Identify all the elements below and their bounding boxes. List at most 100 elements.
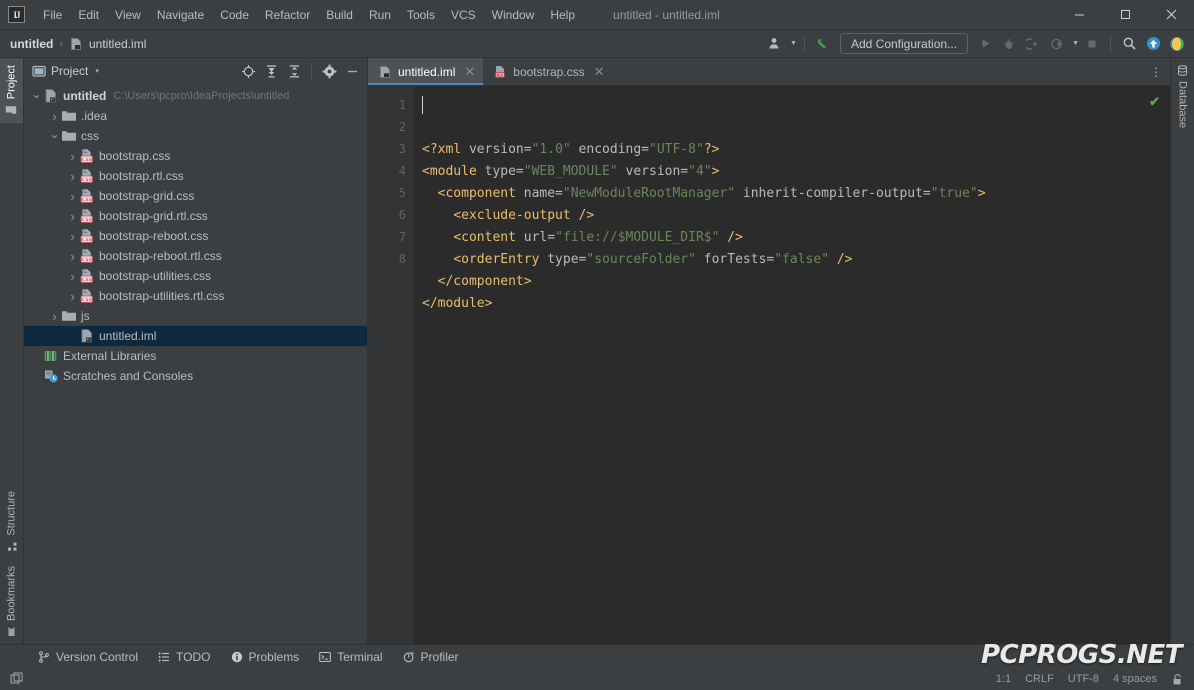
bottom-widget-profiler[interactable]: Profiler	[393, 648, 469, 666]
tree-row[interactable]: › CSS bootstrap-grid.rtl.css	[24, 206, 367, 226]
code-line[interactable]: <orderEntry type="sourceFolder" forTests…	[422, 249, 1170, 271]
sidebar-item-project[interactable]: Project	[0, 58, 23, 124]
code-content[interactable]: <?xml version="1.0" encoding="UTF-8"?> <m…	[414, 86, 1170, 644]
run-options-chevron-down-icon[interactable]: ▼	[1072, 40, 1079, 47]
tree-row[interactable]: ⌄ css	[24, 126, 367, 146]
expand-all-icon[interactable]	[260, 60, 282, 82]
bottom-widget-todo[interactable]: TODO	[148, 648, 220, 666]
close-icon[interactable]: ✕	[594, 65, 605, 78]
chevron-right-icon[interactable]: ›	[66, 289, 79, 304]
profile-icon[interactable]	[1046, 33, 1068, 55]
bottom-widget-terminal[interactable]: Terminal	[309, 648, 392, 666]
menu-vcs[interactable]: VCS	[443, 4, 484, 26]
menu-file[interactable]: File	[35, 4, 70, 26]
bottom-widget-problems[interactable]: Problems	[221, 648, 310, 666]
tree-row[interactable]: › CSS bootstrap.rtl.css	[24, 166, 367, 186]
ide-feature-icon[interactable]	[1166, 33, 1188, 55]
tree-row[interactable]: › CSS bootstrap-reboot.rtl.css	[24, 246, 367, 266]
chevron-right-icon[interactable]: ›	[66, 189, 79, 204]
chevron-down-icon[interactable]: ▼	[790, 40, 797, 47]
chevron-right-icon[interactable]: ›	[66, 229, 79, 244]
chevron-right-icon[interactable]: ›	[48, 109, 61, 124]
code-line[interactable]: </component>	[422, 271, 1170, 293]
sidebar-item-database[interactable]: Database	[1171, 58, 1194, 135]
chevron-right-icon[interactable]: ›	[66, 169, 79, 184]
caret-position-indicator[interactable]: 1:1	[996, 673, 1011, 685]
code-line[interactable]: <component name="NewModuleRootManager" i…	[422, 183, 1170, 205]
code-editor[interactable]: 12345678 <?xml version="1.0" encoding="U…	[368, 86, 1170, 644]
chevron-down-icon[interactable]: ▾	[95, 67, 99, 75]
close-icon[interactable]: ✕	[464, 65, 475, 78]
code-token: "file://$MODULE_DIR$"	[555, 230, 720, 245]
code-token: inherit-compiler-output=	[735, 186, 931, 201]
chevron-down-icon[interactable]: ⌄	[48, 127, 61, 141]
menu-build[interactable]: Build	[318, 4, 361, 26]
add-configuration-button[interactable]: Add Configuration...	[839, 33, 969, 54]
tree-row[interactable]: › js	[24, 306, 367, 326]
breadcrumb-file[interactable]: untitled.iml	[89, 37, 146, 51]
run-icon[interactable]	[974, 33, 996, 55]
line-separator-indicator[interactable]: CRLF	[1025, 673, 1054, 685]
menu-code[interactable]: Code	[212, 4, 257, 26]
collapse-all-icon[interactable]	[283, 60, 305, 82]
breadcrumb-project[interactable]: untitled	[10, 37, 53, 51]
sidebar-item-bookmarks[interactable]: Bookmarks	[0, 559, 23, 644]
editor-tab-untitled-iml[interactable]: untitled.iml ✕	[368, 58, 484, 85]
locate-target-icon[interactable]	[237, 60, 259, 82]
inspection-status-icon[interactable]: ✔	[1149, 94, 1160, 110]
tree-row[interactable]: Scratches and Consoles	[24, 366, 367, 386]
chevron-right-icon[interactable]: ›	[66, 209, 79, 224]
menu-window[interactable]: Window	[484, 4, 543, 26]
tree-row[interactable]: External Libraries	[24, 346, 367, 366]
chevron-right-icon[interactable]: ›	[66, 269, 79, 284]
editor-tabs-more-icon[interactable]: ⋮	[1142, 58, 1170, 85]
tree-row[interactable]: untitled.iml	[24, 326, 367, 346]
bottom-widget-version-control[interactable]: Version Control	[28, 648, 148, 666]
stop-icon[interactable]	[1081, 33, 1103, 55]
vcs-update-arrow-icon[interactable]	[812, 33, 834, 55]
menu-run[interactable]: Run	[361, 4, 399, 26]
menu-edit[interactable]: Edit	[70, 4, 107, 26]
menu-navigate[interactable]: Navigate	[149, 4, 212, 26]
close-button[interactable]	[1148, 0, 1194, 30]
update-icon[interactable]	[1142, 33, 1164, 55]
maximize-button[interactable]	[1102, 0, 1148, 30]
code-line[interactable]: <?xml version="1.0" encoding="UTF-8"?>	[422, 139, 1170, 161]
debug-icon[interactable]	[998, 33, 1020, 55]
project-panel-title-group[interactable]: Project ▾	[28, 64, 99, 78]
settings-gear-icon[interactable]	[318, 60, 340, 82]
code-line[interactable]: <content url="file://$MODULE_DIR$" />	[422, 227, 1170, 249]
code-line[interactable]: <module type="WEB_MODULE" version="4">	[422, 161, 1170, 183]
tree-row[interactable]: › CSS bootstrap-utilities.rtl.css	[24, 286, 367, 306]
chevron-right-icon[interactable]: ›	[66, 249, 79, 264]
tree-row[interactable]: › CSS bootstrap.css	[24, 146, 367, 166]
tree-row[interactable]: › CSS bootstrap-reboot.css	[24, 226, 367, 246]
read-write-lock-icon[interactable]	[1171, 673, 1184, 686]
menu-refactor[interactable]: Refactor	[257, 4, 318, 26]
encoding-indicator[interactable]: UTF-8	[1068, 673, 1099, 685]
minimize-button[interactable]	[1056, 0, 1102, 30]
project-tree[interactable]: ⌄ untitled C:\Users\pcpro\IdeaProjects\unt…	[24, 84, 367, 644]
minimize-panel-icon[interactable]	[341, 60, 363, 82]
menu-help[interactable]: Help	[542, 4, 583, 26]
search-icon[interactable]	[1118, 33, 1140, 55]
sidebar-item-structure[interactable]: Structure	[0, 484, 23, 559]
indent-indicator[interactable]: 4 spaces	[1113, 673, 1157, 685]
user-avatar-icon[interactable]	[764, 33, 786, 55]
menu-view[interactable]: View	[107, 4, 149, 26]
chevron-right-icon[interactable]: ›	[66, 149, 79, 164]
chevron-down-icon[interactable]: ⌄	[30, 87, 43, 101]
run-coverage-icon[interactable]	[1022, 33, 1044, 55]
editor-tab-bootstrap-css[interactable]: CSS bootstrap.css ✕	[483, 58, 612, 85]
tree-row[interactable]: › CSS bootstrap-grid.css	[24, 186, 367, 206]
tree-row[interactable]: › .idea	[24, 106, 367, 126]
tree-row[interactable]: › CSS bootstrap-utilities.css	[24, 266, 367, 286]
chevron-right-icon[interactable]: ›	[48, 309, 61, 324]
tree-row[interactable]: ⌄ untitled C:\Users\pcpro\IdeaProjects\unt…	[24, 86, 367, 106]
svg-text:CSS: CSS	[496, 72, 505, 78]
code-line[interactable]: <exclude-output />	[422, 205, 1170, 227]
code-line[interactable]: </module>	[422, 293, 1170, 315]
menu-tools[interactable]: Tools	[399, 4, 443, 26]
layout-windows-icon[interactable]	[6, 668, 28, 690]
